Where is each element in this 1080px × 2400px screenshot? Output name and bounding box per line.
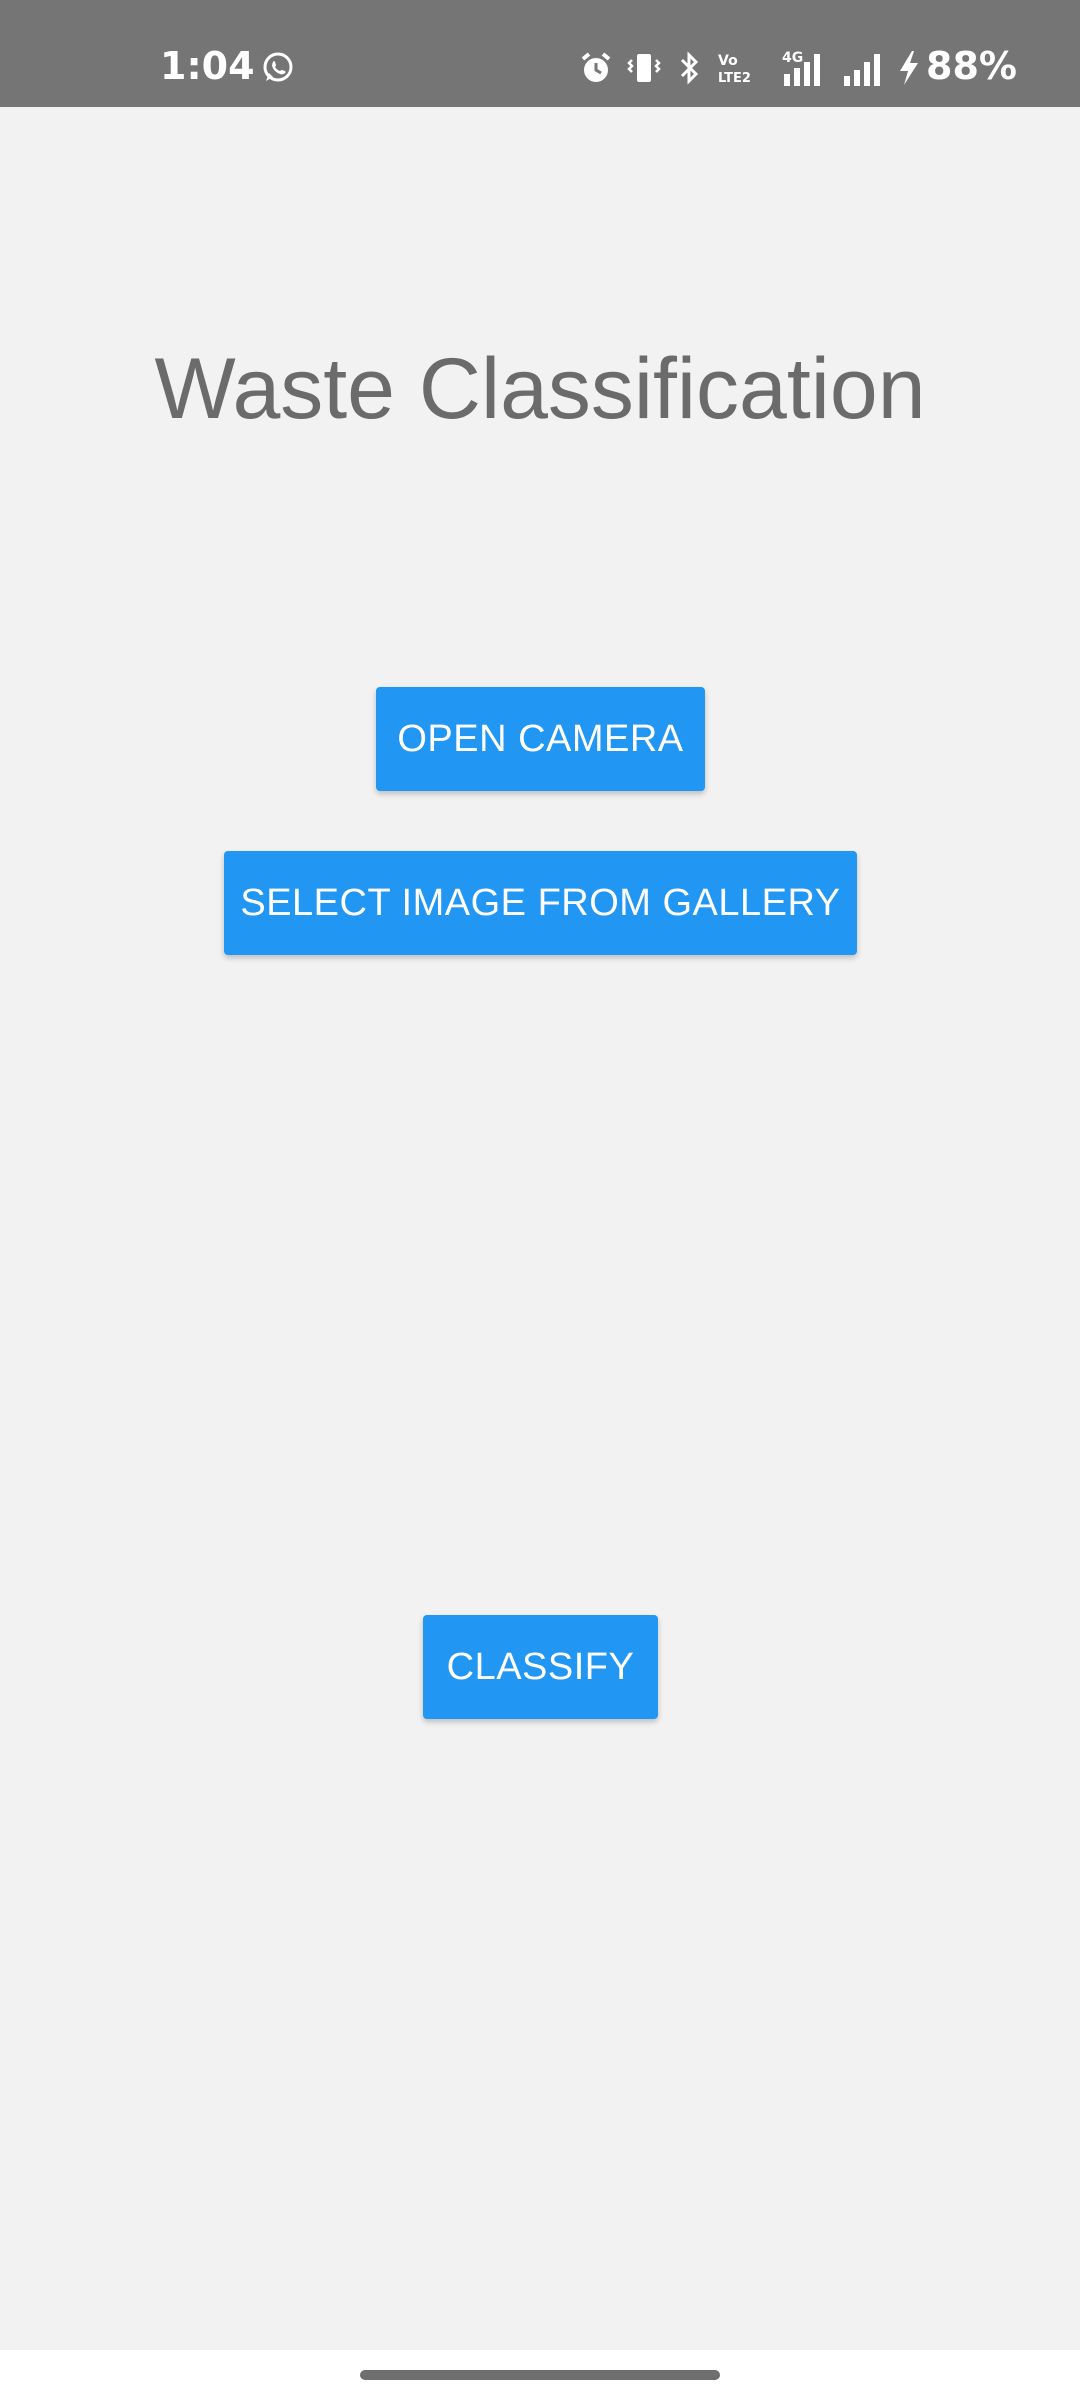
bluetooth-icon (674, 48, 704, 88)
battery-percentage: 88% (926, 44, 1017, 88)
status-bar: 1:04 Vo LTE2 4G 88% (0, 0, 1080, 107)
charging-icon (896, 48, 922, 88)
whatsapp-icon (260, 48, 296, 88)
status-time: 1:04 (160, 44, 255, 88)
svg-text:Vo: Vo (718, 53, 738, 69)
vibrate-icon (626, 48, 662, 88)
select-gallery-button[interactable]: SELECT IMAGE FROM GALLERY (224, 851, 857, 955)
alarm-icon (578, 48, 614, 88)
svg-text:4G: 4G (782, 50, 803, 66)
signal-4g-icon: 4G (776, 48, 832, 88)
open-camera-button[interactable]: OPEN CAMERA (376, 687, 705, 791)
volte-icon: Vo LTE2 (716, 48, 756, 88)
home-indicator[interactable] (360, 2370, 720, 2380)
app-title: Waste Classification (154, 341, 926, 437)
svg-text:LTE2: LTE2 (718, 71, 751, 86)
classify-button[interactable]: CLASSIFY (423, 1615, 658, 1719)
signal-icon (840, 48, 890, 88)
